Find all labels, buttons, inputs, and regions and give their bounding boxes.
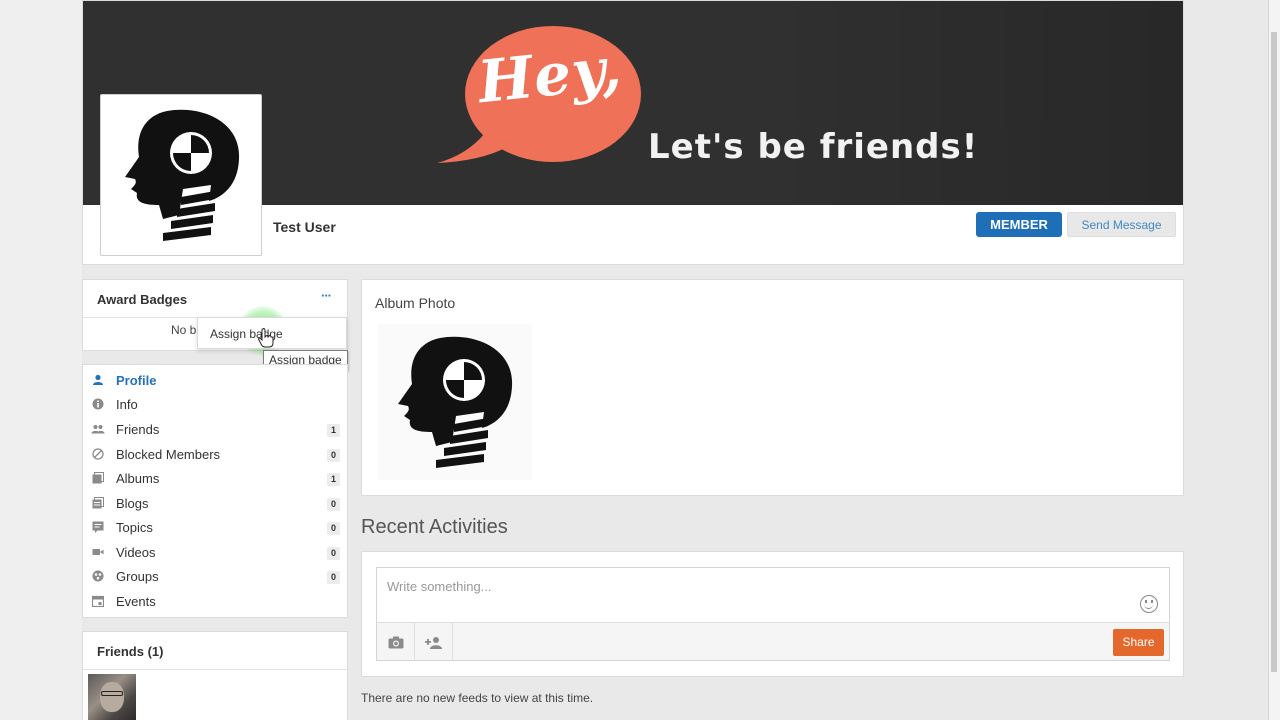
nav-item-groups[interactable]: Groups 0 (83, 565, 347, 589)
cover-tagline: Let's be friends! (648, 127, 979, 167)
member-button[interactable]: MEMBER (976, 212, 1062, 237)
smiley-icon[interactable] (1140, 595, 1158, 613)
profile-avatar[interactable] (100, 94, 262, 256)
album-photo-panel: Album Photo (361, 279, 1184, 496)
nav-item-albums[interactable]: Albums 1 (83, 467, 347, 491)
blogs-count-badge: 0 (327, 498, 340, 511)
nav-item-events[interactable]: Events (83, 590, 347, 614)
groups-icon (91, 570, 105, 584)
camera-icon[interactable] (377, 623, 415, 661)
share-button[interactable]: Share (1113, 629, 1164, 656)
ellipsis-icon[interactable]: ··· (321, 288, 332, 303)
nav-item-info[interactable]: Info (83, 393, 347, 417)
nav-item-blogs[interactable]: Blogs 0 (83, 492, 347, 516)
profile-nav: Profile Info Friends 1 Blocked Members 0… (82, 364, 348, 618)
profile-header: Hey, Let's be friends! Test User MEMBER … (82, 0, 1184, 265)
nav-label: Friends (116, 422, 160, 437)
compose-box[interactable]: Write something... Share (376, 567, 1170, 661)
blocked-icon (91, 448, 105, 462)
nav-label: Events (116, 594, 156, 609)
groups-count-badge: 0 (327, 571, 340, 584)
cover-shade (763, 1, 1183, 205)
avatar-head-icon (398, 336, 513, 468)
video-icon (91, 546, 105, 560)
albums-count-badge: 1 (327, 473, 340, 486)
album-photo-thumbnail[interactable] (378, 324, 532, 480)
album-photo-title: Album Photo (375, 295, 456, 311)
profile-name: Test User (273, 219, 336, 235)
nav-item-videos[interactable]: Videos 0 (83, 541, 347, 565)
nav-label: Albums (116, 471, 160, 486)
nav-item-topics[interactable]: Topics 0 (83, 516, 347, 540)
nav-label: Info (116, 397, 138, 412)
nav-label: Topics (116, 520, 153, 535)
nav-item-profile[interactable]: Profile (83, 369, 347, 393)
nav-label: Blogs (116, 496, 149, 511)
divider (83, 669, 347, 670)
friends-panel: Friends (1) (82, 631, 348, 720)
nav-label: Profile (116, 373, 157, 388)
topics-icon (91, 521, 105, 535)
nav-label: Blocked Members (116, 447, 221, 462)
nav-label: Videos (116, 545, 156, 560)
blogs-icon (91, 497, 105, 511)
add-person-icon[interactable] (415, 623, 453, 661)
scrollbar[interactable] (1268, 0, 1280, 720)
friend-avatar[interactable] (88, 674, 136, 720)
topics-count-badge: 0 (327, 522, 340, 535)
nav-label: Groups (116, 569, 159, 584)
nav-item-friends[interactable]: Friends 1 (83, 418, 347, 442)
friends-count-badge: 1 (327, 424, 340, 437)
avatar-head-icon (125, 109, 240, 241)
scrollbar-thumb[interactable] (1271, 32, 1277, 672)
friend-glasses (101, 691, 123, 696)
page-left-margin (0, 0, 82, 720)
person-icon (91, 374, 105, 388)
calendar-icon (91, 595, 105, 609)
hand-cursor-icon (258, 328, 274, 348)
send-message-button[interactable]: Send Message (1067, 212, 1176, 237)
write-something-input[interactable]: Write something... (387, 579, 492, 594)
composer-toolbar: Share (377, 622, 1169, 661)
friends-panel-title: Friends (1) (97, 644, 164, 659)
friends-icon (91, 423, 105, 437)
albums-icon (91, 472, 105, 486)
recent-activities-title: Recent Activities (361, 516, 508, 538)
award-badges-title: Award Badges (97, 292, 188, 307)
status-composer: Write something... Share (361, 551, 1184, 677)
videos-count-badge: 0 (327, 547, 340, 560)
no-feeds-text: There are no new feeds to view at this t… (361, 691, 594, 705)
info-icon (91, 398, 105, 412)
blocked-count-badge: 0 (327, 449, 340, 462)
nav-item-blocked-members[interactable]: Blocked Members 0 (83, 443, 347, 467)
friend-face (100, 682, 124, 712)
